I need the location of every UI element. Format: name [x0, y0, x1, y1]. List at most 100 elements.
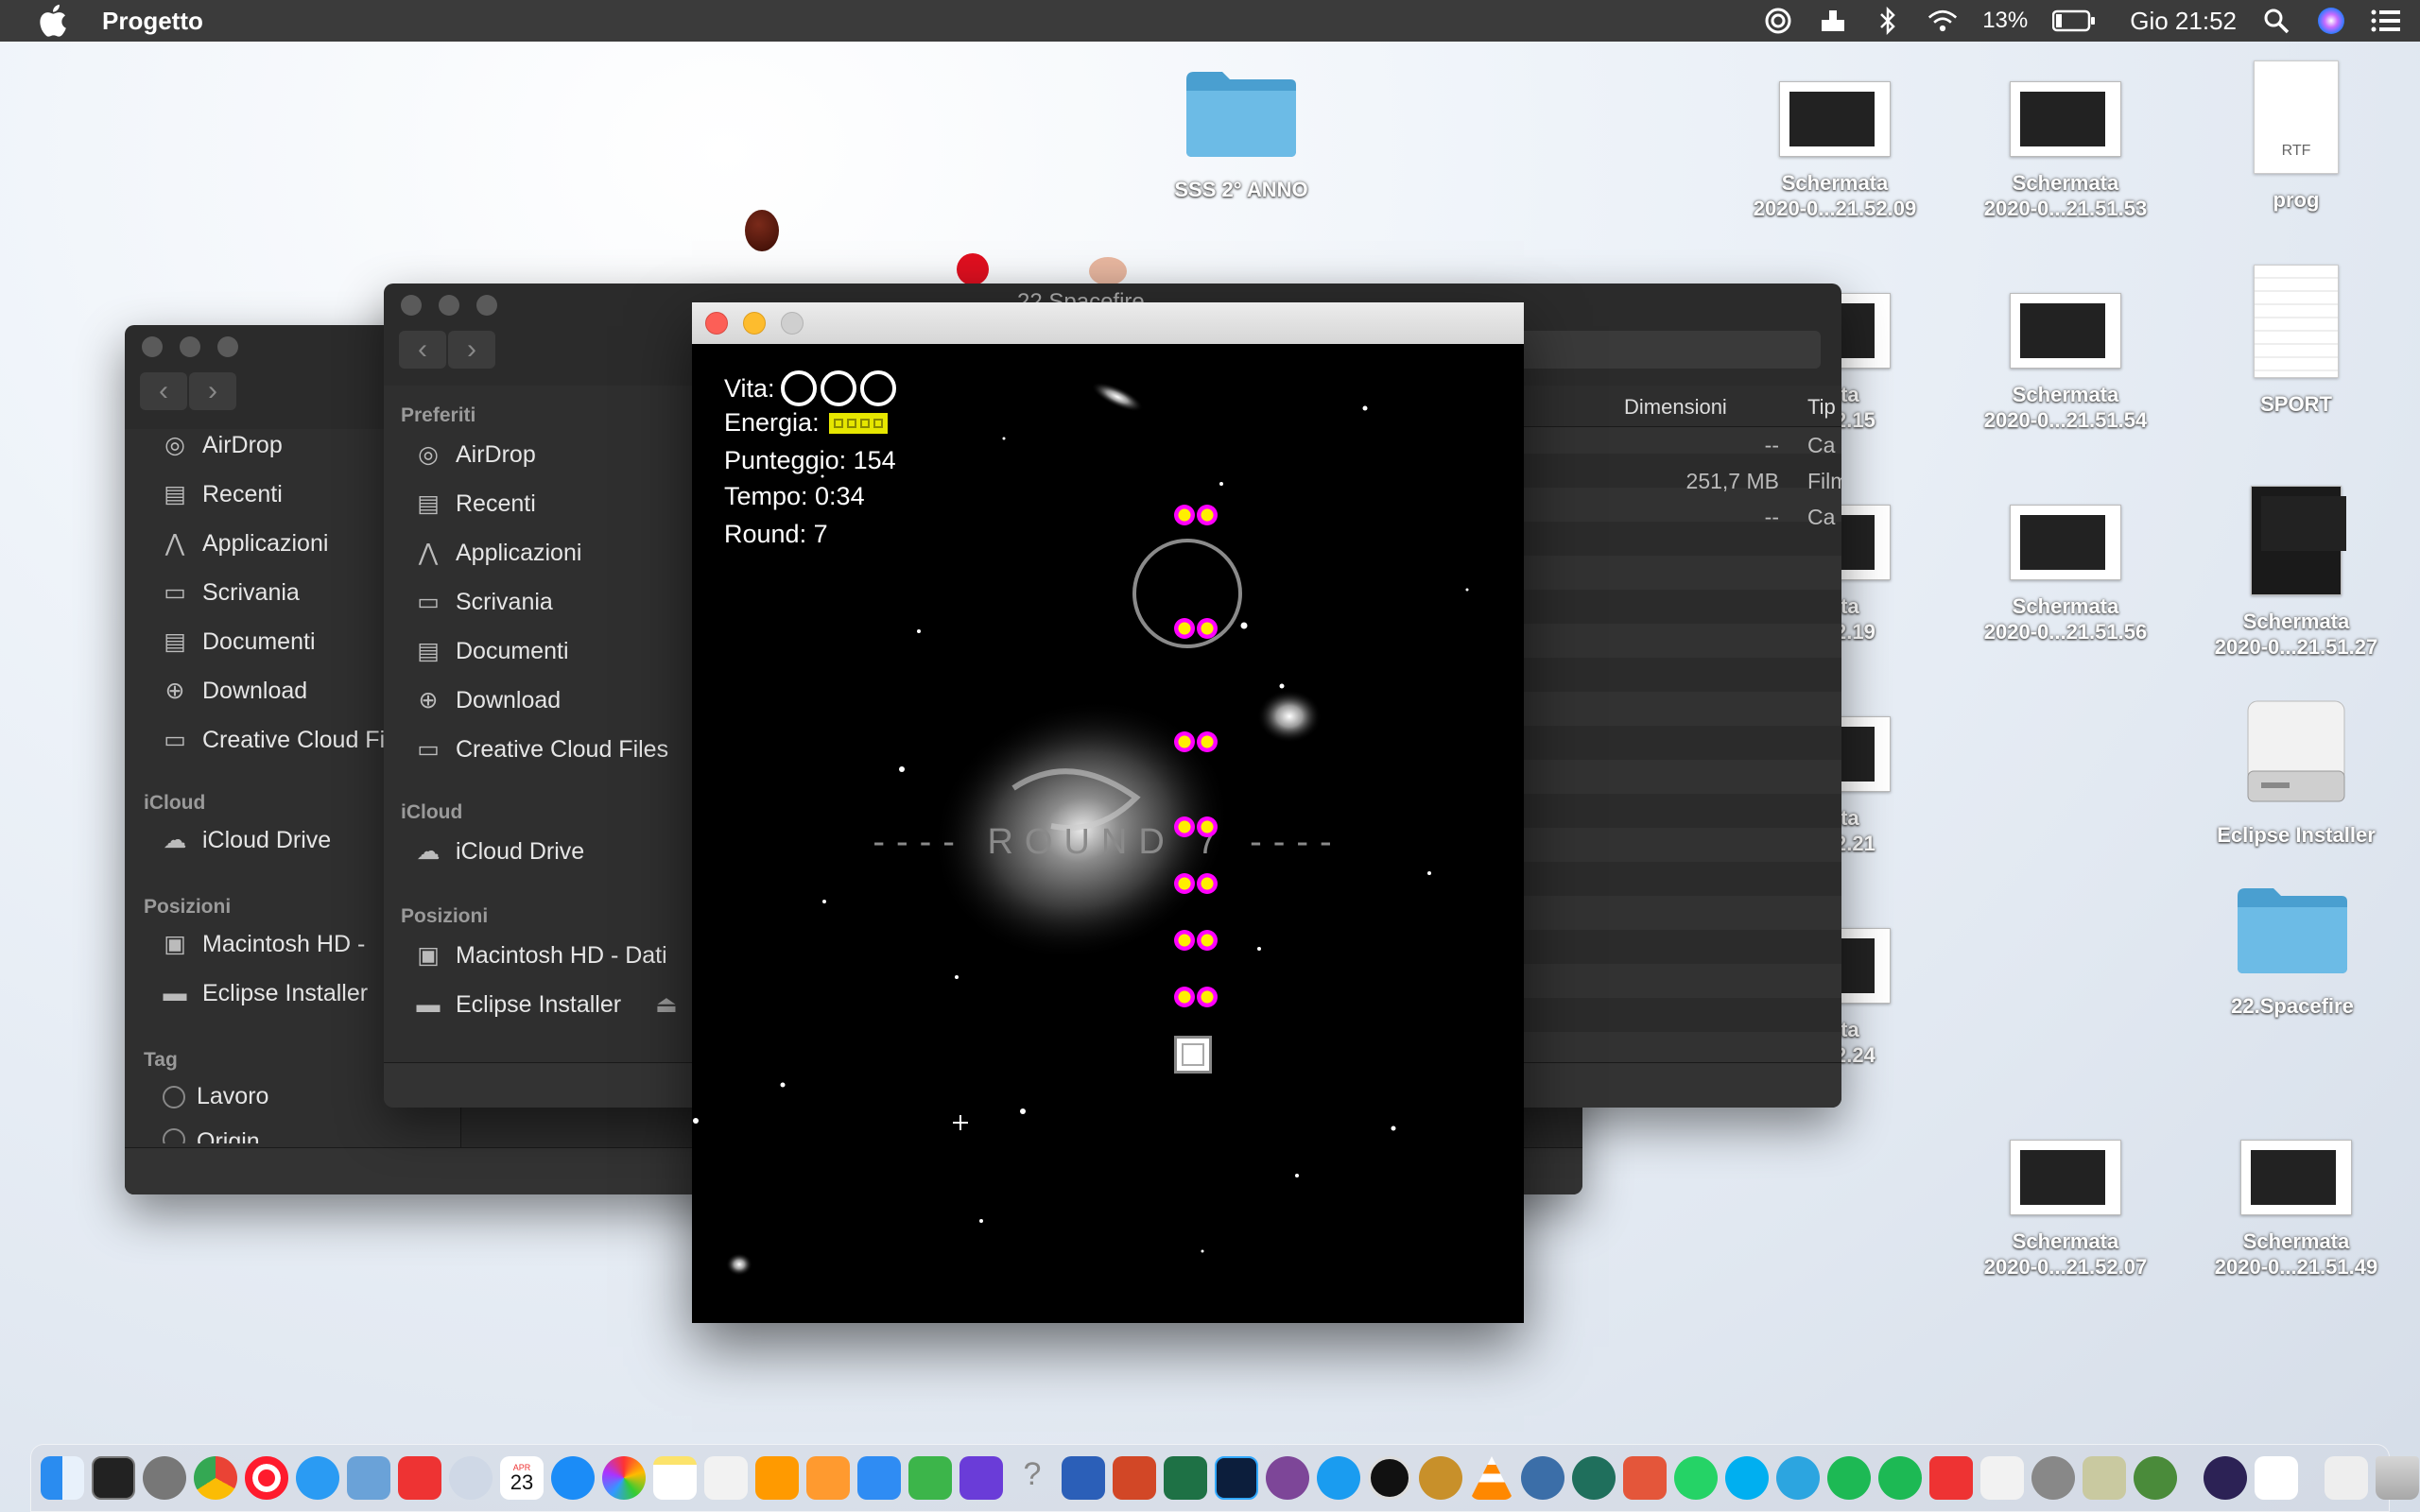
- leaf-app-icon[interactable]: [2134, 1456, 2177, 1500]
- help-icon[interactable]: ?: [1011, 1456, 1054, 1500]
- sidebar-item-applicazioni[interactable]: ⋀ Applicazioni: [159, 529, 329, 558]
- sidebar-item-documenti[interactable]: ▤ Documenti: [412, 637, 568, 665]
- desktop-screenshot[interactable]: Schermata 2020-0...21.51.53: [1957, 81, 2174, 221]
- word-icon[interactable]: [1062, 1456, 1105, 1500]
- numbers-icon[interactable]: [908, 1456, 952, 1500]
- sidebar-item-airdrop[interactable]: ◎ AirDrop: [412, 440, 536, 469]
- desktop-disk-eclipse[interactable]: Eclipse Installer: [2187, 696, 2405, 848]
- preview-icon[interactable]: [347, 1456, 390, 1500]
- bluetooth-icon[interactable]: [1873, 6, 1903, 36]
- document-stack-icon[interactable]: [2325, 1456, 2368, 1500]
- device-icon[interactable]: [1818, 6, 1848, 36]
- quicktime-icon[interactable]: [1521, 1456, 1564, 1500]
- chrome-icon[interactable]: [194, 1456, 237, 1500]
- game-canvas[interactable]: Vita: Energia: Punteggio: 154 Tempo: 0:3…: [692, 344, 1524, 1323]
- close-button[interactable]: [401, 295, 422, 316]
- minimize-button[interactable]: [439, 295, 459, 316]
- column-header-size[interactable]: Dimensioni: [1624, 395, 1727, 420]
- sidebar-item-icloud-drive[interactable]: ☁ iCloud Drive: [412, 837, 585, 866]
- calendar-icon[interactable]: APR 23: [500, 1456, 544, 1500]
- opera-icon[interactable]: [245, 1456, 288, 1500]
- desktop-document[interactable]: SPORT: [2187, 265, 2405, 417]
- desktop-folder-spacefire[interactable]: 22.Spacefire: [2184, 885, 2401, 1019]
- tor-browser-icon[interactable]: [1266, 1456, 1309, 1500]
- wifi-icon[interactable]: [1927, 6, 1958, 36]
- app-menu-title[interactable]: Progetto: [102, 7, 203, 36]
- launchpad-icon[interactable]: [143, 1456, 186, 1500]
- close-button[interactable]: [705, 312, 728, 335]
- telegram-icon[interactable]: [1776, 1456, 1820, 1500]
- creative-cloud-icon[interactable]: [1763, 6, 1793, 36]
- sidebar-item-eclipse-installer[interactable]: ▬ Eclipse Installer: [159, 979, 369, 1007]
- desktop-screenshot[interactable]: Schermata 2020-0...21.52.07: [1957, 1140, 2174, 1280]
- desktop-rtf-file[interactable]: RTF prog: [2187, 60, 2405, 213]
- game-window[interactable]: Vita: Energia: Punteggio: 154 Tempo: 0:3…: [692, 302, 1524, 1323]
- notes-icon[interactable]: [653, 1456, 697, 1500]
- vlc-icon[interactable]: [1470, 1456, 1513, 1500]
- excel-icon[interactable]: [1164, 1456, 1207, 1500]
- safari-icon[interactable]: [296, 1456, 339, 1500]
- imovie-icon[interactable]: [959, 1456, 1003, 1500]
- spotify-icon[interactable]: [1878, 1456, 1922, 1500]
- photoshop-icon[interactable]: [1215, 1456, 1258, 1500]
- powerpoint-icon[interactable]: [1113, 1456, 1156, 1500]
- app-store-icon[interactable]: [551, 1456, 595, 1500]
- sidebar-item-icloud-drive[interactable]: ☁ iCloud Drive: [159, 826, 332, 854]
- disk-utility-icon[interactable]: [449, 1456, 493, 1500]
- sidebar-item-macintosh-hd[interactable]: ▣ Macintosh HD - Dati: [412, 941, 666, 970]
- shazam-icon[interactable]: [1317, 1456, 1360, 1500]
- apple-menu-icon[interactable]: [36, 2, 74, 40]
- time-machine-icon[interactable]: [1572, 1456, 1616, 1500]
- zoom-button[interactable]: [217, 336, 238, 357]
- mail-icon[interactable]: [398, 1456, 441, 1500]
- skype-icon[interactable]: [1725, 1456, 1769, 1500]
- notification-center-icon[interactable]: [2371, 6, 2401, 36]
- desktop-screenshot[interactable]: Schermata 2020-0...21.51.27: [2187, 486, 2405, 660]
- sidebar-item-applicazioni[interactable]: ⋀ Applicazioni: [412, 539, 582, 567]
- desktop-screenshot[interactable]: Schermata 2020-0...21.51.56: [1957, 505, 2174, 644]
- music-icon[interactable]: [1980, 1456, 2024, 1500]
- column-header-kind[interactable]: Tip: [1807, 395, 1841, 420]
- menubar-clock[interactable]: Gio 21:52: [2130, 7, 2237, 36]
- minimize-button[interactable]: [743, 312, 766, 335]
- speedometer-icon[interactable]: [1368, 1456, 1411, 1500]
- sidebar-item-recenti[interactable]: ▤ Recenti: [159, 480, 283, 508]
- terminal-icon[interactable]: [92, 1456, 135, 1500]
- sidebar-item-recenti[interactable]: ▤ Recenti: [412, 490, 536, 518]
- forward-button[interactable]: ›: [448, 331, 495, 369]
- sidebar-item-download[interactable]: ⊕ Download: [412, 686, 562, 714]
- java-icon[interactable]: [2255, 1456, 2298, 1500]
- forward-button[interactable]: ›: [189, 372, 236, 410]
- desktop-screenshot[interactable]: Schermata 2020-0...21.51.49: [2187, 1140, 2405, 1280]
- sublime-text-icon[interactable]: [755, 1456, 799, 1500]
- sidebar-item-scrivania[interactable]: ▭ Scrivania: [159, 578, 300, 607]
- zoom-button[interactable]: [781, 312, 804, 335]
- back-button[interactable]: ‹: [140, 372, 187, 410]
- sidebar-tag-origin[interactable]: Origin: [163, 1128, 260, 1143]
- sidebar-tag-lavoro[interactable]: Lavoro: [163, 1083, 268, 1110]
- photos-icon[interactable]: [602, 1456, 646, 1500]
- desktop-screenshot[interactable]: Schermata 2020-0...21.52.09: [1726, 81, 1944, 221]
- whatsapp-icon[interactable]: [1674, 1456, 1718, 1500]
- sidebar-item-eclipse-installer[interactable]: ▬ Eclipse Installer ⏏: [412, 990, 678, 1019]
- speaker-icon[interactable]: [1419, 1456, 1462, 1500]
- system-preferences-icon[interactable]: [2031, 1456, 2075, 1500]
- zoom-button[interactable]: [476, 295, 497, 316]
- sidebar-item-airdrop[interactable]: ◎ AirDrop: [159, 431, 283, 459]
- recorder-icon[interactable]: [1929, 1456, 1973, 1500]
- back-button[interactable]: ‹: [399, 331, 446, 369]
- finder-icon[interactable]: [41, 1456, 84, 1500]
- sidebar-item-download[interactable]: ⊕ Download: [159, 677, 308, 705]
- eject-icon[interactable]: ⏏: [655, 990, 678, 1019]
- close-button[interactable]: [142, 336, 163, 357]
- minimize-button[interactable]: [180, 336, 200, 357]
- desktop-folder-sss[interactable]: SSS 2° ANNO: [1132, 68, 1350, 202]
- sidebar-item-documenti[interactable]: ▤ Documenti: [159, 627, 315, 656]
- mosaic-icon[interactable]: [1623, 1456, 1667, 1500]
- script-editor-icon[interactable]: [2083, 1456, 2126, 1500]
- sidebar-item-macintosh-hd[interactable]: ▣ Macintosh HD -: [159, 930, 365, 958]
- spotlight-search-icon[interactable]: [2261, 6, 2291, 36]
- trash-icon[interactable]: [2376, 1456, 2419, 1500]
- pages-icon[interactable]: [806, 1456, 850, 1500]
- sidebar-item-scrivania[interactable]: ▭ Scrivania: [412, 588, 553, 616]
